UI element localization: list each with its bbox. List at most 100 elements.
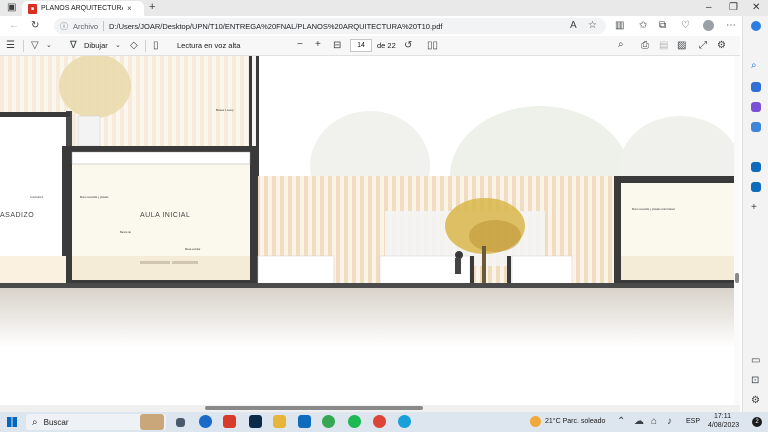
right-room-floor — [621, 256, 740, 280]
task-view-icon[interactable] — [176, 418, 185, 427]
new-tab-icon[interactable]: + — [149, 2, 155, 13]
settings-icon[interactable]: ⚙ — [717, 41, 726, 51]
tree-pot — [77, 115, 101, 147]
tree-top-left — [59, 56, 131, 118]
fullscreen-icon[interactable]: ⤢ — [699, 41, 707, 51]
read-aloud-label[interactable]: Lectura en voz alta — [177, 41, 240, 50]
split-screen-icon[interactable]: ▥ — [615, 21, 624, 31]
refresh-icon[interactable]: ↻ — [31, 21, 39, 31]
notification-badge[interactable]: 2 — [752, 417, 762, 427]
tab-actions-icon[interactable]: ▣ — [7, 3, 16, 13]
weather-text[interactable]: 21°C Parc. soleado — [545, 418, 605, 425]
network-icon[interactable]: ⌂ — [651, 417, 657, 427]
plan-note: Butaca 1 Lamp — [216, 109, 234, 112]
fit-page-icon[interactable]: ⊟ — [333, 41, 341, 51]
collections-icon[interactable]: ⧉ — [659, 21, 666, 31]
volume-icon[interactable]: ♪ — [667, 417, 672, 427]
weather-icon[interactable] — [530, 416, 541, 427]
read-aloud-toolbar-icon[interactable]: ▯ — [153, 41, 159, 51]
shopping-icon[interactable] — [751, 82, 761, 92]
search-placeholder: Buscar — [43, 417, 69, 427]
chrome-icon[interactable] — [322, 415, 335, 428]
plan-drawing — [0, 56, 740, 348]
aula-ceiling — [71, 151, 251, 165]
outlook-taskbar-icon[interactable] — [298, 415, 311, 428]
search-icon: ⌕ — [32, 416, 38, 428]
save-icon[interactable]: ▤ — [659, 41, 668, 51]
profile-avatar[interactable] — [703, 20, 714, 31]
highlight-dropdown-icon[interactable]: ⌄ — [46, 41, 52, 51]
chrome-profile-icon[interactable] — [373, 415, 386, 428]
zoom-out-icon[interactable]: − — [297, 40, 303, 50]
left-room-floor — [0, 256, 66, 284]
photoshop-icon[interactable] — [249, 415, 262, 428]
minimize-icon[interactable]: – — [706, 2, 712, 13]
split-view-icon[interactable]: ▭ — [751, 356, 760, 366]
favorite-star-icon[interactable]: ☆ — [588, 21, 597, 31]
page-view-icon[interactable]: ▯▯ — [427, 41, 438, 51]
aula-table — [140, 261, 170, 264]
draw-dropdown-icon[interactable]: ⌄ — [115, 41, 121, 51]
search-sidebar-icon[interactable]: ⌕ — [751, 61, 757, 71]
back-icon[interactable]: ← — [9, 21, 19, 31]
file-explorer-icon[interactable] — [273, 415, 286, 428]
aula-floor — [72, 256, 250, 280]
page-number-input[interactable]: 14 — [350, 39, 372, 52]
edge-taskbar-icon[interactable] — [398, 415, 411, 428]
spotify-icon[interactable] — [348, 415, 361, 428]
sidebar-settings-icon[interactable]: ⚙ — [751, 396, 760, 406]
page-total: de 22 — [377, 41, 396, 50]
erase-icon[interactable]: ◇ — [130, 41, 138, 51]
outlook-icon[interactable] — [751, 162, 761, 172]
favorites-icon[interactable]: ✩ — [639, 21, 647, 31]
browser-essentials-icon[interactable]: ♡ — [681, 21, 690, 31]
tray-chevron-icon[interactable]: ⌃ — [617, 417, 625, 427]
clock-time[interactable]: 17:11 — [714, 413, 731, 420]
read-aloud-icon[interactable]: A — [570, 21, 577, 31]
onedrive-icon[interactable]: ☁ — [634, 417, 644, 427]
clock-date[interactable]: 4/08/2023 — [708, 422, 739, 429]
left-room-label: ASADIZO — [0, 212, 35, 219]
vertical-scroll-thumb[interactable] — [735, 273, 739, 283]
toolbar-divider — [23, 40, 24, 52]
acrobat-icon[interactable] — [223, 415, 236, 428]
address-bar: ← ↻ ⓘ Archivo D:/Users/JOAR/Desktop/UPN/… — [0, 16, 768, 36]
draw-label[interactable]: Dibujar — [84, 41, 108, 50]
zoom-in-icon[interactable]: + — [315, 40, 321, 50]
highlight-icon[interactable]: ▽ — [31, 41, 39, 51]
pdf-viewer[interactable]: ASADIZO AULA INICIAL Luminaria 1 Butaca … — [0, 56, 740, 406]
add-sidebar-app-icon[interactable]: + — [751, 203, 757, 213]
restore-icon[interactable]: ❐ — [729, 2, 738, 13]
save-as-icon[interactable]: ▨ — [677, 41, 686, 51]
file-info-icon[interactable]: ⓘ — [60, 21, 68, 32]
bing-copilot-icon[interactable] — [751, 21, 761, 31]
tab-pdf[interactable]: ■ PLANOS ARQUITECTURA T10.pd × — [22, 1, 144, 16]
tree-trunk — [482, 246, 486, 284]
sidebar-toggle-icon[interactable]: ⊡ — [751, 376, 759, 386]
contents-icon[interactable]: ☰ — [6, 41, 15, 51]
draw-icon[interactable]: ∇ — [70, 41, 77, 51]
rotate-icon[interactable]: ↺ — [404, 41, 412, 51]
tab-close-icon[interactable]: × — [127, 4, 132, 13]
seated-person — [455, 258, 461, 274]
horizontal-scroll-thumb[interactable] — [205, 406, 423, 410]
edge-dev-icon[interactable] — [199, 415, 212, 428]
url-text[interactable]: D:/Users/JOAR/Desktop/UPN/T10/ENTREGA%20… — [109, 22, 442, 31]
tools-icon[interactable] — [751, 102, 761, 112]
office-icon[interactable] — [751, 182, 761, 192]
close-icon[interactable]: ✕ — [752, 2, 760, 13]
search-highlight-image[interactable] — [140, 414, 164, 430]
more-menu-icon[interactable]: ⋯ — [726, 21, 736, 31]
windows-start-icon[interactable] — [7, 417, 17, 427]
plan-note: Luminaria 1 — [30, 196, 44, 199]
url-box[interactable]: ⓘ Archivo D:/Users/JOAR/Desktop/UPN/T10/… — [54, 18, 606, 34]
vertical-scrollbar[interactable] — [734, 56, 740, 406]
print-icon[interactable]: ⎙ — [641, 41, 649, 51]
games-icon[interactable] — [751, 122, 761, 132]
file-scheme-label: Archivo — [73, 21, 99, 31]
planter — [257, 255, 335, 285]
seated-person — [455, 251, 463, 259]
title-bar: ▣ ■ PLANOS ARQUITECTURA T10.pd × + – ❐ ✕ — [0, 0, 768, 16]
search-pdf-icon[interactable]: ⌕ — [618, 40, 624, 50]
language-indicator[interactable]: ESP — [686, 418, 700, 425]
